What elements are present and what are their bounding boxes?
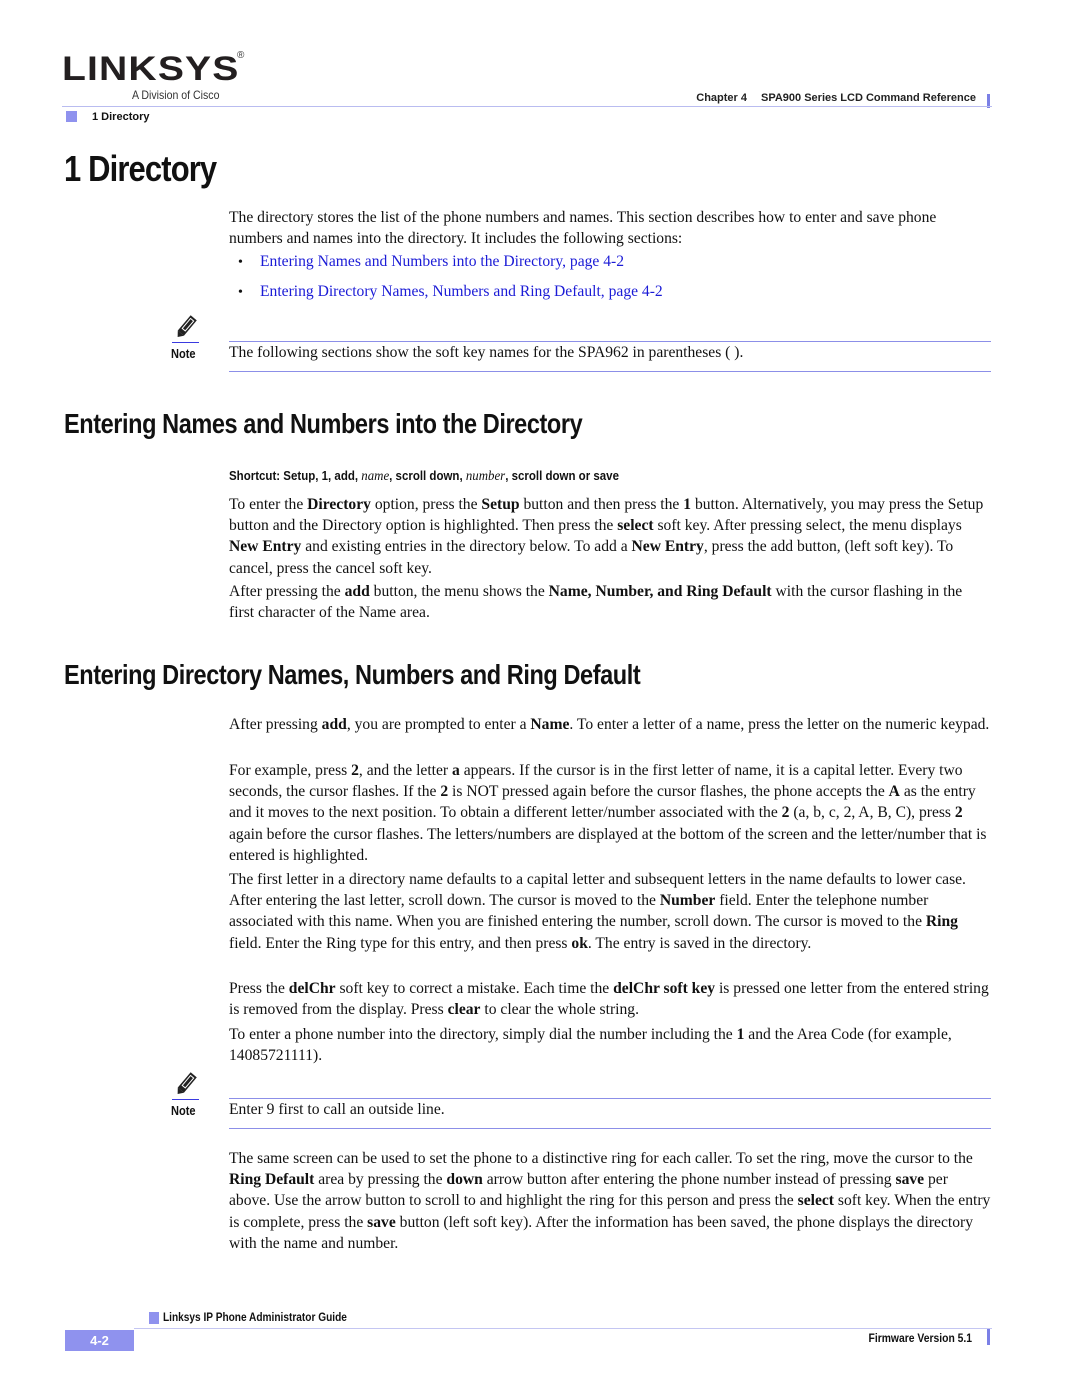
note-bottom-rule	[229, 371, 991, 372]
footer-accent-bar	[987, 1329, 990, 1345]
bold-term: Ring Default	[229, 1171, 315, 1189]
bold-term: a	[452, 762, 460, 779]
chapter-header: Chapter 4 SPA900 Series LCD Command Refer…	[696, 92, 976, 104]
bullet-icon: •	[238, 285, 243, 300]
bold-term: save	[367, 1213, 396, 1231]
link-entering-directory-names-ring[interactable]: Entering Directory Names, Numbers and Ri…	[260, 283, 663, 301]
header-divider	[62, 106, 992, 107]
shortcut-name: name	[361, 469, 390, 484]
bold-term: add	[321, 716, 347, 733]
chapter-number: Chapter 4	[696, 92, 747, 104]
list-item: • Entering Names and Numbers into the Di…	[238, 253, 663, 283]
footer-marker	[149, 1312, 159, 1324]
body-paragraph: The same screen can be used to set the p…	[229, 1150, 991, 1252]
shortcut-number: number	[465, 469, 506, 484]
bold-term: 2	[781, 804, 790, 822]
note-label: Note	[171, 346, 196, 361]
note-text: The following sections show the soft key…	[229, 344, 744, 361]
section-heading-directory-names-ring: Entering Directory Names, Numbers and Ri…	[64, 659, 641, 690]
page-number-badge: 4-2	[65, 1330, 134, 1351]
shortcut-middle: , scroll down,	[389, 469, 466, 483]
bold-term: 2	[954, 804, 963, 822]
breadcrumb: 1 Directory	[92, 111, 150, 123]
body-paragraph: For example, press 2, and the letter a a…	[229, 762, 987, 864]
bold-term: clear	[447, 1001, 481, 1019]
chapter-title: SPA900 Series LCD Command Reference	[761, 92, 976, 104]
link-entering-names-numbers[interactable]: Entering Names and Numbers into the Dire…	[260, 253, 624, 271]
bold-term: select	[797, 1192, 834, 1210]
body-paragraph: To enter a phone number into the directo…	[229, 1026, 952, 1065]
logo-tagline: A Division of Cisco	[132, 88, 220, 102]
bold-term: Number	[659, 892, 716, 910]
bold-term: delChr soft key	[613, 980, 716, 997]
firmware-version: Firmware Version 5.1	[868, 1333, 972, 1345]
breadcrumb-marker	[66, 111, 77, 122]
note-label: Note	[171, 1103, 196, 1118]
note-text: Enter 9 first to call an outside line.	[229, 1101, 445, 1118]
bold-term: Directory	[307, 496, 371, 513]
section-link-list: • Entering Names and Numbers into the Di…	[238, 253, 663, 313]
bold-term: A	[888, 783, 900, 801]
footer-guide-title: Linksys IP Phone Administrator Guide	[163, 1312, 347, 1324]
linksys-logo: LINKSYS ® A Division of Cisco	[62, 50, 244, 102]
bold-term: add	[344, 583, 370, 600]
note-icon-underline	[172, 1099, 199, 1100]
shortcut-line: Shortcut: Setup, 1, add, name, scroll do…	[229, 469, 619, 485]
bold-term: down	[446, 1171, 483, 1189]
page-title: 1 Directory	[64, 148, 217, 189]
note-top-rule	[229, 1098, 991, 1099]
body-paragraph: After pressing the add button, the menu …	[229, 583, 963, 622]
note-bottom-rule	[229, 1128, 991, 1129]
body-paragraph: The first letter in a directory name def…	[229, 871, 966, 952]
bold-term: Ring	[925, 913, 958, 931]
bold-term: save	[895, 1171, 925, 1189]
shortcut-prefix: Shortcut: Setup, 1, add,	[229, 469, 362, 483]
note-top-rule	[229, 341, 991, 342]
body-paragraph: After pressing add, you are prompted to …	[229, 716, 990, 733]
bullet-icon: •	[238, 255, 243, 270]
footer-divider	[134, 1328, 992, 1329]
bold-term: 1	[736, 1026, 745, 1043]
bold-term: 1	[683, 496, 692, 513]
bold-term: New Entry	[229, 538, 302, 556]
bold-term: select	[617, 517, 654, 535]
list-item: • Entering Directory Names, Numbers and …	[238, 283, 663, 313]
section-heading-entering-names: Entering Names and Numbers into the Dire…	[64, 408, 583, 439]
shortcut-suffix: , scroll down or save	[505, 469, 619, 483]
bold-term: Name, Number, and Ring Default	[548, 583, 772, 600]
body-paragraph: Press the delChr soft key to correct a m…	[229, 980, 989, 1019]
pencil-note-icon	[177, 1072, 197, 1094]
pencil-note-icon	[177, 315, 197, 337]
bold-term: Setup	[481, 496, 520, 513]
intro-paragraph: The directory stores the list of the pho…	[229, 209, 937, 248]
bold-term: 2	[440, 783, 449, 801]
registered-mark: ®	[237, 50, 245, 61]
bold-term: ok	[571, 934, 588, 952]
logo-wordmark: LINKSYS	[62, 50, 240, 88]
bold-term: delChr	[288, 980, 336, 997]
bold-term: New Entry	[631, 538, 704, 556]
bold-term: Name	[530, 716, 570, 733]
body-paragraph: To enter the Directory option, press the…	[229, 496, 984, 577]
bold-term: 2	[351, 762, 359, 779]
note-icon-underline	[172, 342, 199, 343]
